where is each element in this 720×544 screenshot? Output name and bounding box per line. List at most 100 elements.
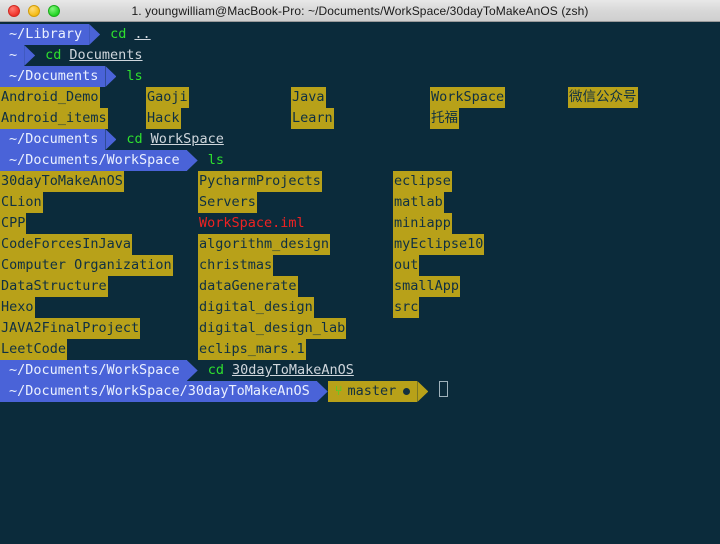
- prompt-path-arrow-icon: [316, 381, 328, 402]
- directory-name[interactable]: 微信公众号: [568, 87, 638, 108]
- ls-entry[interactable]: eclipse: [393, 171, 452, 192]
- ls-output-row: Hexo digital_design src: [0, 297, 720, 318]
- ls-entry[interactable]: Java: [291, 87, 326, 108]
- directory-name[interactable]: Hack: [146, 108, 181, 129]
- directory-name[interactable]: Servers: [198, 192, 257, 213]
- prompt-line: ~/Documents ls: [0, 66, 720, 87]
- close-window-button[interactable]: [8, 4, 20, 17]
- directory-name[interactable]: digital_design_lab: [198, 318, 347, 339]
- prompt-path-segment: ~: [0, 45, 25, 66]
- directory-name[interactable]: CPP: [0, 213, 27, 234]
- directory-name[interactable]: 托福: [430, 108, 459, 129]
- maximize-window-button[interactable]: [48, 4, 60, 17]
- ls-entry[interactable]: WorkSpace.iml: [198, 213, 306, 234]
- directory-name[interactable]: Android_Demo: [0, 87, 100, 108]
- directory-name[interactable]: digital_design: [198, 297, 314, 318]
- ls-entry[interactable]: JAVA2FinalProject: [0, 318, 141, 339]
- minimize-window-button[interactable]: [28, 4, 40, 17]
- directory-name[interactable]: DataStructure: [0, 276, 108, 297]
- directory-name[interactable]: Hexo: [0, 297, 35, 318]
- directory-name[interactable]: eclips_mars.1: [198, 339, 306, 360]
- prompt-line: ~/Documents/WorkSpace cd 30dayToMakeAnOS: [0, 360, 720, 381]
- directory-name[interactable]: algorithm_design: [198, 234, 331, 255]
- ls-entry[interactable]: src: [393, 297, 420, 318]
- terminal-window: 1. youngwilliam@MacBook-Pro: ~/Documents…: [0, 0, 720, 544]
- directory-name[interactable]: src: [393, 297, 420, 318]
- directory-name[interactable]: christmas: [198, 255, 274, 276]
- window-controls: [8, 0, 60, 21]
- directory-name[interactable]: JAVA2FinalProject: [0, 318, 141, 339]
- command-argument: Documents: [69, 47, 143, 63]
- prompt-path-segment: ~/Documents/WorkSpace: [0, 360, 187, 381]
- ls-entry[interactable]: PycharmProjects: [198, 171, 322, 192]
- directory-name[interactable]: Learn: [291, 108, 334, 129]
- ls-entry[interactable]: christmas: [198, 255, 274, 276]
- directory-name[interactable]: eclipse: [393, 171, 452, 192]
- directory-name[interactable]: CLion: [0, 192, 43, 213]
- ls-entry[interactable]: CodeForcesInJava: [0, 234, 133, 255]
- ls-entry[interactable]: Learn: [291, 108, 334, 129]
- directory-name[interactable]: WorkSpace: [430, 87, 506, 108]
- directory-name[interactable]: Java: [291, 87, 326, 108]
- ls-entry[interactable]: CLion: [0, 192, 43, 213]
- command-area: cd WorkSpace: [116, 129, 223, 150]
- git-branch-icon: ⑂: [334, 384, 343, 399]
- ls-entry[interactable]: CPP: [0, 213, 27, 234]
- ls-entry[interactable]: eclips_mars.1: [198, 339, 306, 360]
- directory-name[interactable]: matlab: [393, 192, 444, 213]
- ls-entry[interactable]: Hexo: [0, 297, 35, 318]
- prompt-path-arrow-icon: [105, 66, 117, 87]
- ls-entry[interactable]: matlab: [393, 192, 444, 213]
- prompt-path-arrow-icon: [89, 24, 101, 45]
- directory-name[interactable]: CodeForcesInJava: [0, 234, 133, 255]
- ls-entry[interactable]: dataGenerate: [198, 276, 298, 297]
- git-branch-segment: ⑂ master: [327, 381, 418, 402]
- command-name: cd: [207, 362, 224, 378]
- command-area: cd 30dayToMakeAnOS: [198, 360, 354, 381]
- ls-entry[interactable]: out: [393, 255, 420, 276]
- ls-entry[interactable]: WorkSpace: [430, 87, 506, 108]
- command-argument: ..: [134, 26, 151, 42]
- ls-entry[interactable]: 30dayToMakeAnOS: [0, 171, 124, 192]
- directory-name[interactable]: myEclipse10: [393, 234, 485, 255]
- prompt-path-segment: ~/Documents/WorkSpace/30dayToMakeAnOS: [0, 381, 317, 402]
- ls-entry[interactable]: Computer Organization: [0, 255, 173, 276]
- command-name: cd: [45, 47, 62, 63]
- directory-name[interactable]: out: [393, 255, 420, 276]
- file-name[interactable]: WorkSpace.iml: [198, 213, 306, 234]
- directory-name[interactable]: smallApp: [393, 276, 461, 297]
- command-area: ls: [198, 150, 224, 171]
- ls-output-row: Android_items Hack Learn 托福: [0, 108, 720, 129]
- ls-entry[interactable]: algorithm_design: [198, 234, 331, 255]
- git-dirty-indicator-icon: [403, 388, 411, 395]
- ls-entry[interactable]: LeetCode: [0, 339, 68, 360]
- ls-output-row: CPP WorkSpace.iml miniapp: [0, 213, 720, 234]
- ls-entry[interactable]: Android_items: [0, 108, 108, 129]
- ls-entry[interactable]: Servers: [198, 192, 257, 213]
- ls-entry[interactable]: 微信公众号: [568, 87, 638, 108]
- command-argument: 30dayToMakeAnOS: [231, 362, 354, 378]
- ls-entry[interactable]: myEclipse10: [393, 234, 485, 255]
- ls-entry[interactable]: digital_design: [198, 297, 314, 318]
- text-cursor[interactable]: [439, 381, 449, 397]
- ls-entry[interactable]: miniapp: [393, 213, 452, 234]
- ls-entry[interactable]: Android_Demo: [0, 87, 100, 108]
- ls-entry[interactable]: Gaoji: [146, 87, 189, 108]
- ls-entry[interactable]: digital_design_lab: [198, 318, 347, 339]
- command-area: ls: [116, 66, 142, 87]
- directory-name[interactable]: LeetCode: [0, 339, 68, 360]
- directory-name[interactable]: Computer Organization: [0, 255, 173, 276]
- terminal-output-area[interactable]: ~/Library cd.. ~ cd Documents ~/Documents ls An…: [0, 22, 720, 544]
- ls-entry[interactable]: 托福: [430, 108, 459, 129]
- prompt-line: ~ cd Documents: [0, 45, 720, 66]
- ls-entry[interactable]: smallApp: [393, 276, 461, 297]
- directory-name[interactable]: miniapp: [393, 213, 452, 234]
- directory-name[interactable]: Android_items: [0, 108, 108, 129]
- ls-entry[interactable]: DataStructure: [0, 276, 108, 297]
- directory-name[interactable]: dataGenerate: [198, 276, 298, 297]
- directory-name[interactable]: PycharmProjects: [198, 171, 322, 192]
- directory-name[interactable]: Gaoji: [146, 87, 189, 108]
- git-segment-arrow-icon: [417, 381, 429, 402]
- directory-name[interactable]: 30dayToMakeAnOS: [0, 171, 124, 192]
- ls-entry[interactable]: Hack: [146, 108, 181, 129]
